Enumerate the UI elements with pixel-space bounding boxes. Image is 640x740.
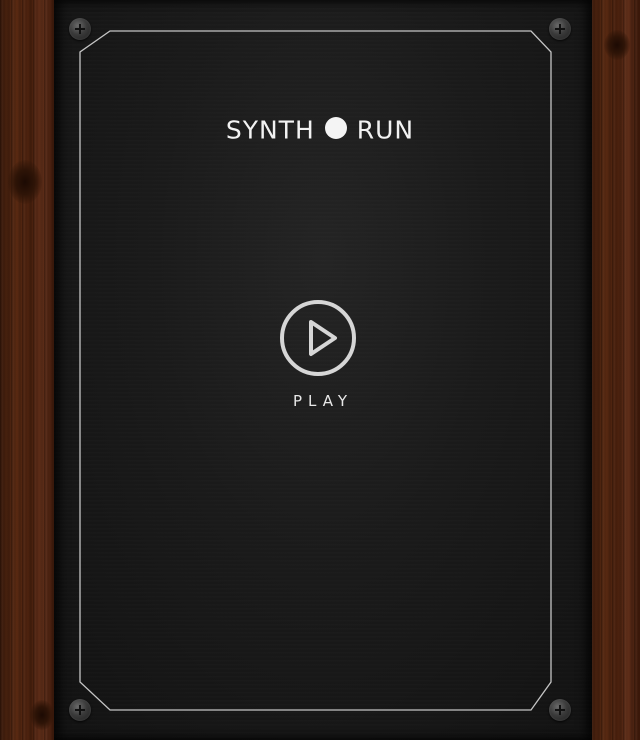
title-right: RUN [356,115,415,145]
play-circle-icon [280,300,356,376]
screw-icon [549,699,571,721]
screw-icon [69,18,91,40]
play-label[interactable]: PLAY [0,392,640,410]
filled-circle-icon [324,117,347,139]
game-screen: SYNTH RUN PLAY [0,0,640,740]
screw-icon [69,699,91,721]
game-title: SYNTH RUN [0,114,640,145]
screw-icon [549,18,571,40]
play-button[interactable] [278,298,358,378]
title-left: SYNTH [225,115,315,145]
